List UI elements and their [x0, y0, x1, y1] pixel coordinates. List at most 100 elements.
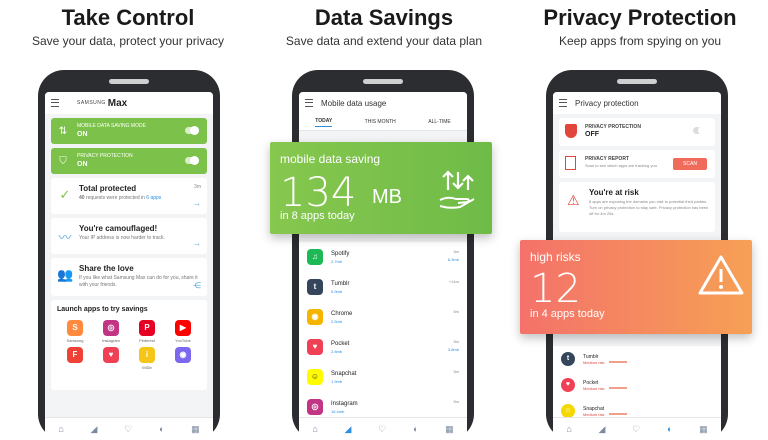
- data-saving-mode-card[interactable]: ⇅ MOBILE DATA SAVING MODE ON: [51, 118, 207, 144]
- usage-row[interactable]: t Tumblr 5.9mb +14m: [299, 272, 467, 302]
- data-saved: 2.8mb: [331, 348, 343, 354]
- screen-title: Privacy protection: [575, 98, 639, 108]
- app-launcher[interactable]: F: [57, 347, 93, 370]
- speaker: [363, 79, 403, 84]
- camouflaged-card[interactable]: 〰 You're camouflaged! Your IP address is…: [51, 218, 207, 254]
- card-status: OFF: [585, 131, 599, 138]
- app-grid: S Samsung ◎ Instagram P Pinterest ▶ YouTube F ♥ i I…: [57, 320, 201, 370]
- app-name: Pocket: [331, 340, 350, 347]
- data-saving-icon: ⇅: [58, 125, 68, 137]
- apps-grid-icon[interactable]: ▦: [699, 424, 708, 435]
- panel-heading-privacy-protection: Privacy Protection Keep apps from spying…: [512, 4, 768, 48]
- protected-count: 40: [79, 195, 85, 201]
- tab-today[interactable]: TODAY: [315, 118, 333, 127]
- app-icon: ◉: [175, 347, 191, 363]
- menu-icon[interactable]: [559, 99, 567, 107]
- privacy-icon[interactable]: ◐: [159, 424, 164, 434]
- risk-list: t Tumblr Medium risk ♥ Pocket Medium risk ☺ Sna…: [553, 346, 721, 418]
- app-launcher[interactable]: S Samsung: [57, 320, 93, 343]
- data-saved: 2.5mb: [331, 318, 343, 324]
- app-launcher[interactable]: i IMDb: [129, 347, 165, 370]
- home-icon[interactable]: ⌂: [566, 424, 571, 434]
- risk-row[interactable]: t Tumblr Medium risk: [553, 346, 721, 372]
- app-launcher[interactable]: P Pinterest: [129, 320, 165, 343]
- app-icon: t: [561, 352, 575, 366]
- app-icon: S: [67, 320, 83, 336]
- card-title: Share the love: [79, 264, 134, 273]
- panel-heading-take-control: Take Control Save your data, protect you…: [0, 4, 256, 48]
- app-icon: ♥: [103, 347, 119, 363]
- privacy-protection-card[interactable]: ⛉ PRIVACY PROTECTION ON: [51, 148, 207, 174]
- total-protected-card[interactable]: ✓ Total protected 40 requests were prote…: [51, 178, 207, 214]
- arrow-right-icon[interactable]: →: [193, 239, 201, 248]
- app-name: Spotify: [331, 250, 350, 257]
- speaker: [109, 79, 149, 84]
- app-launcher[interactable]: ♥: [93, 347, 129, 370]
- app-name: Samsung: [66, 338, 84, 343]
- overlay-footnote: in 4 apps today: [530, 308, 605, 320]
- privacy-toggle[interactable]: [693, 126, 707, 135]
- app-icon: ♥: [561, 378, 575, 392]
- share-icon[interactable]: ⋲: [193, 281, 201, 290]
- data-icon[interactable]: ◢: [345, 424, 352, 435]
- risk-level: Medium risk: [583, 385, 605, 391]
- data-saving-overlay: mobile data saving 134 MB in 8 apps toda…: [270, 142, 492, 234]
- row-time: 5m: [453, 339, 459, 344]
- risk-level: Medium risk: [583, 411, 605, 417]
- launch-apps-card: Launch apps to try savings S Samsung ◎ Inst…: [51, 300, 207, 390]
- risk-row[interactable]: ♥ Pocket Medium risk: [553, 372, 721, 398]
- tab-all-time[interactable]: ALL-TIME: [428, 119, 451, 125]
- card-subtitle: 40 requests were protected in 6 apps: [79, 195, 201, 202]
- apps-grid-icon[interactable]: ▦: [445, 424, 454, 435]
- usage-list: ♫ Spotify 2.7mb 5m 6.3mb t Tumblr 5.9mb +14m ◉ Chr…: [299, 242, 467, 418]
- card-status: ON: [77, 161, 88, 168]
- data-icon[interactable]: ◢: [599, 424, 606, 435]
- heart-icon[interactable]: ♡: [124, 424, 132, 435]
- usage-row[interactable]: ◉ Chrome 2.5mb 5m: [299, 302, 467, 332]
- scan-button[interactable]: SCAN: [673, 158, 707, 170]
- card-title: PRIVACY PROTECTION: [77, 153, 133, 159]
- app-icon: ♫: [307, 249, 323, 265]
- privacy-protection-status-card[interactable]: PRIVACY PROTECTION OFF: [559, 118, 715, 146]
- phone-data-savings: Mobile data usage TODAY THIS MONTH ALL-T…: [292, 70, 474, 440]
- data-icon[interactable]: ◢: [91, 424, 98, 435]
- shield-icon: [565, 124, 577, 138]
- high-risks-overlay: high risks 12 in 4 apps today: [520, 240, 752, 334]
- data-saved: 5.9mb: [331, 288, 343, 294]
- arrow-right-icon[interactable]: →: [193, 199, 201, 208]
- protected-apps: 6 apps: [146, 195, 162, 201]
- usage-row[interactable]: ☺ Snapchat 1.9mb 5m: [299, 362, 467, 392]
- tab-this-month[interactable]: THIS MONTH: [365, 119, 396, 125]
- usage-row[interactable]: ♥ Pocket 2.8mb 5m 3.8mb: [299, 332, 467, 362]
- warning-icon: [698, 255, 744, 295]
- bottom-nav: ⌂ ◢ ♡ ◐ ▦: [553, 417, 721, 440]
- usage-row[interactable]: ♫ Spotify 2.7mb 5m 6.3mb: [299, 242, 467, 272]
- data-saving-toggle[interactable]: [185, 126, 199, 135]
- privacy-icon[interactable]: ◐: [667, 424, 672, 434]
- privacy-icon[interactable]: ◐: [413, 424, 418, 434]
- heart-icon[interactable]: ♡: [378, 424, 386, 435]
- home-icon[interactable]: ⌂: [312, 424, 317, 434]
- app-header: Mobile data usage: [299, 92, 467, 114]
- privacy-toggle[interactable]: [185, 156, 199, 165]
- app-name: Pinterest: [139, 338, 155, 343]
- app-name: Snapchat: [331, 370, 357, 377]
- menu-icon[interactable]: [305, 99, 313, 107]
- heart-icon[interactable]: ♡: [632, 424, 640, 435]
- app-launcher[interactable]: ◉: [165, 347, 201, 370]
- app-launcher[interactable]: ◎ Instagram: [93, 320, 129, 343]
- card-status: ON: [77, 131, 88, 138]
- panel-subtitle: Save your data, protect your privacy: [31, 34, 225, 48]
- chameleon-icon: 〰: [58, 230, 72, 245]
- app-launcher[interactable]: ▶ YouTube: [165, 320, 201, 343]
- overlay-value: 12: [530, 266, 581, 312]
- menu-icon[interactable]: [51, 99, 59, 107]
- home-icon[interactable]: ⌂: [58, 424, 63, 434]
- panel-title: Take Control: [61, 5, 195, 30]
- share-love-card[interactable]: 👥 Share the love If you like what Samsun…: [51, 258, 207, 296]
- app-name: Chrome: [331, 310, 353, 317]
- bottom-nav: ⌂ ◢ ♡ ◐ ▦: [45, 417, 213, 440]
- apps-grid-icon[interactable]: ▦: [191, 424, 200, 435]
- row-meta: 5m 6.3mb: [448, 248, 459, 264]
- panel-title: Data Savings: [314, 5, 454, 30]
